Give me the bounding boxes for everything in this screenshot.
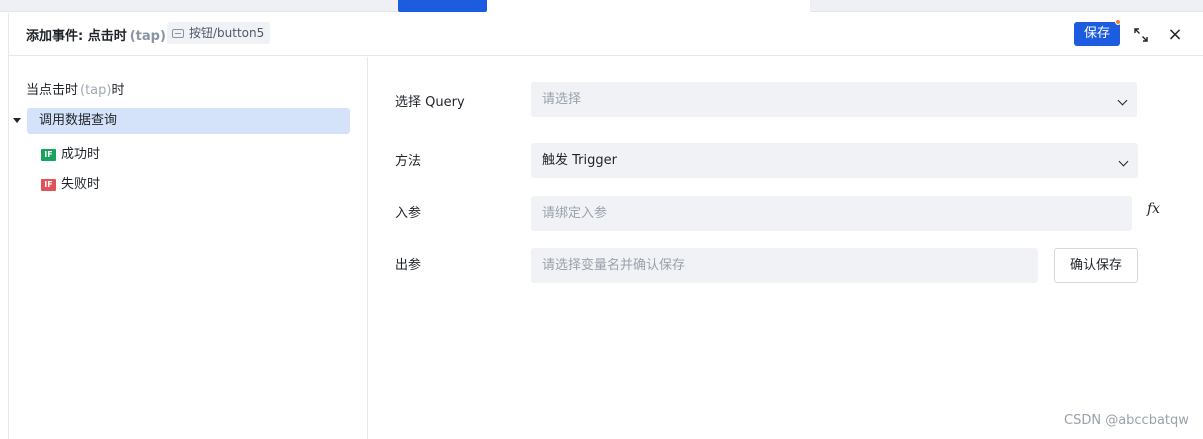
query-label: 选择 Query bbox=[395, 95, 465, 110]
close-icon[interactable]: × bbox=[1166, 26, 1184, 44]
title-event-code: (tap) bbox=[129, 29, 166, 44]
tree-root-label: 当点击时 (tap)时 bbox=[26, 79, 125, 98]
chevron-down-icon bbox=[1118, 156, 1129, 167]
page-title: 添加事件: 点击时 (tap) bbox=[26, 25, 166, 44]
save-button[interactable]: 保存 bbox=[1074, 22, 1120, 46]
button-component-icon bbox=[172, 29, 184, 38]
tree-node-failure[interactable]: IF 失败时 bbox=[41, 173, 100, 192]
method-select[interactable]: 触发 Trigger bbox=[531, 143, 1138, 178]
top-tab-active[interactable] bbox=[398, 0, 487, 12]
tree-node-call-query[interactable]: 调用数据查询 bbox=[27, 108, 350, 134]
event-editor-panel: 添加事件: 点击时 (tap) 按钮/button5 保存 × 当点击时 (tap)… bbox=[8, 13, 1203, 439]
unsaved-indicator-dot bbox=[1115, 19, 1121, 25]
query-select[interactable]: 请选择 bbox=[531, 82, 1137, 117]
event-tree: 当点击时 (tap)时 调用数据查询 IF 成功时 IF 失败时 bbox=[9, 57, 368, 439]
input-param-field[interactable]: 请绑定入参 bbox=[531, 196, 1132, 231]
query-placeholder: 请选择 bbox=[542, 92, 582, 107]
tree-root-suffix: 时 bbox=[111, 83, 125, 98]
tree-node-success-label: 成功时 bbox=[61, 147, 101, 162]
tree-node-success[interactable]: IF 成功时 bbox=[41, 143, 100, 162]
output-param-field[interactable]: 请选择变量名并确认保存 bbox=[531, 248, 1038, 283]
output-param-label: 出参 bbox=[395, 258, 422, 273]
if-success-icon: IF bbox=[41, 149, 56, 161]
method-value: 触发 Trigger bbox=[542, 153, 617, 168]
method-label: 方法 bbox=[395, 154, 422, 169]
collapse-caret-icon[interactable] bbox=[13, 118, 21, 123]
confirm-save-button[interactable]: 确认保存 bbox=[1054, 248, 1138, 283]
tree-node-failure-label: 失败时 bbox=[61, 177, 101, 192]
component-tag-label: 按钮/button5 bbox=[189, 26, 265, 40]
top-tab-inactive[interactable] bbox=[486, 0, 810, 12]
chevron-down-icon bbox=[1117, 95, 1128, 106]
component-tag: 按钮/button5 bbox=[167, 22, 271, 44]
expand-icon[interactable] bbox=[1133, 27, 1149, 43]
output-param-placeholder: 请选择变量名并确认保存 bbox=[542, 258, 686, 273]
tree-root-text: 当点击时 bbox=[26, 83, 79, 98]
panel-header: 添加事件: 点击时 (tap) 按钮/button5 保存 × bbox=[9, 13, 1203, 56]
input-param-placeholder: 请绑定入参 bbox=[542, 206, 608, 221]
top-tab-strip bbox=[0, 0, 1203, 12]
if-failure-icon: IF bbox=[41, 179, 56, 191]
title-text: 添加事件: 点击时 bbox=[26, 29, 127, 44]
fx-formula-icon[interactable]: fx bbox=[1147, 201, 1160, 217]
tree-root-code: (tap) bbox=[80, 83, 112, 98]
input-param-label: 入参 bbox=[395, 206, 422, 221]
watermark: CSDN @abccbatqw bbox=[1064, 413, 1189, 428]
